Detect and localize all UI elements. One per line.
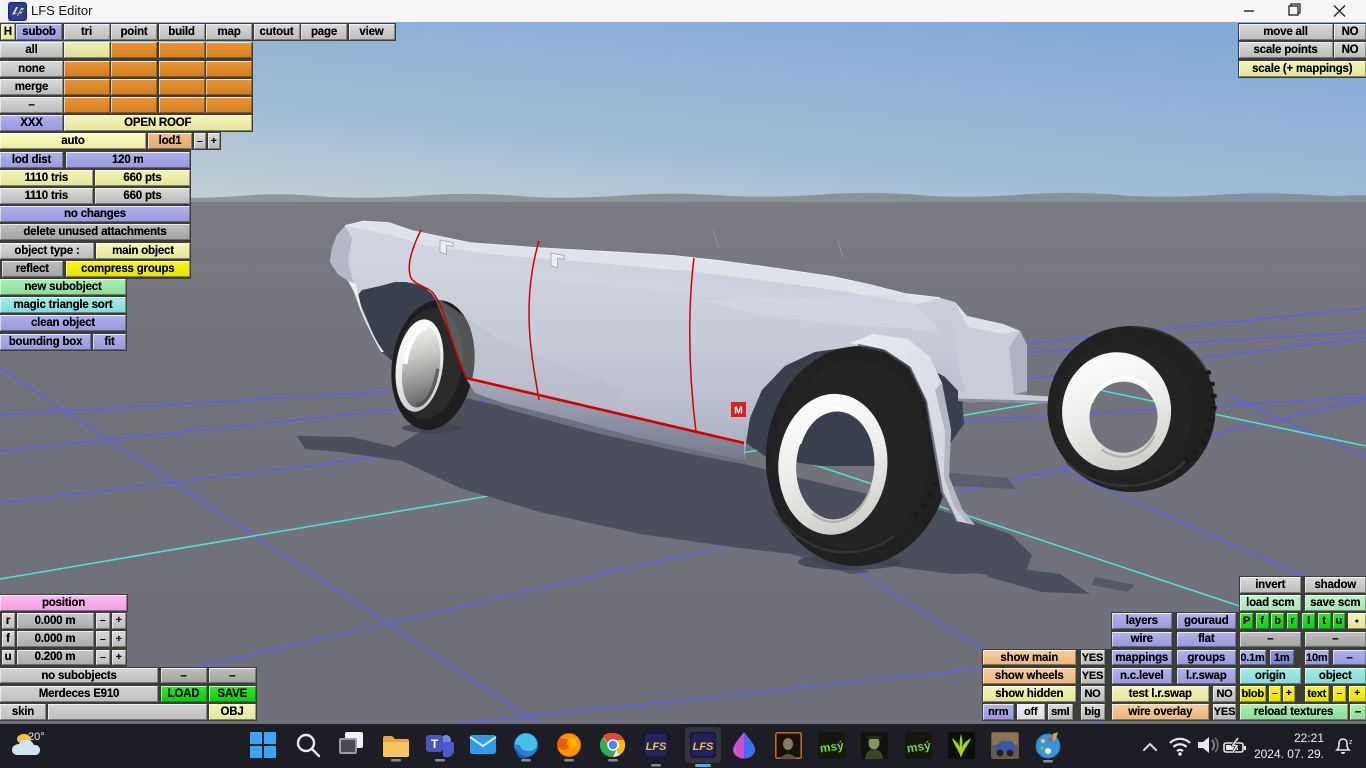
svg-text:LFS: LFS [693, 741, 714, 753]
svg-text:z: z [1349, 739, 1353, 746]
svg-text:22:21: 22:21 [1294, 731, 1324, 745]
svg-text:LFS: LFS [646, 741, 667, 753]
svg-text:2024. 07. 29.: 2024. 07. 29. [1254, 747, 1324, 761]
svg-text:M: M [734, 405, 743, 417]
svg-text:T: T [431, 737, 439, 751]
